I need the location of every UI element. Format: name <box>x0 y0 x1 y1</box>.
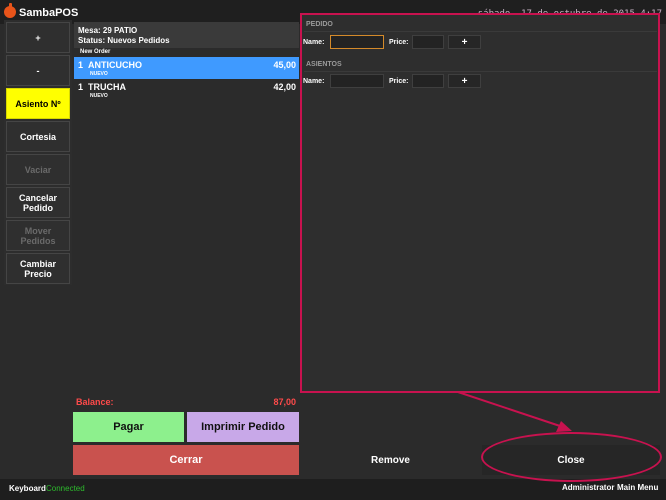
annotation-ellipse <box>481 432 662 482</box>
connection-status: Connected <box>46 484 85 493</box>
main-menu-button[interactable]: Main Menu <box>617 483 658 492</box>
user-name: Administrator <box>562 483 615 492</box>
sambapos-window: SambaPOS sábado, 17 de octubre de 2015 4… <box>0 0 666 500</box>
keyboard-button[interactable]: Keyboard <box>9 484 46 493</box>
annotation-arrow-icon <box>457 391 572 432</box>
